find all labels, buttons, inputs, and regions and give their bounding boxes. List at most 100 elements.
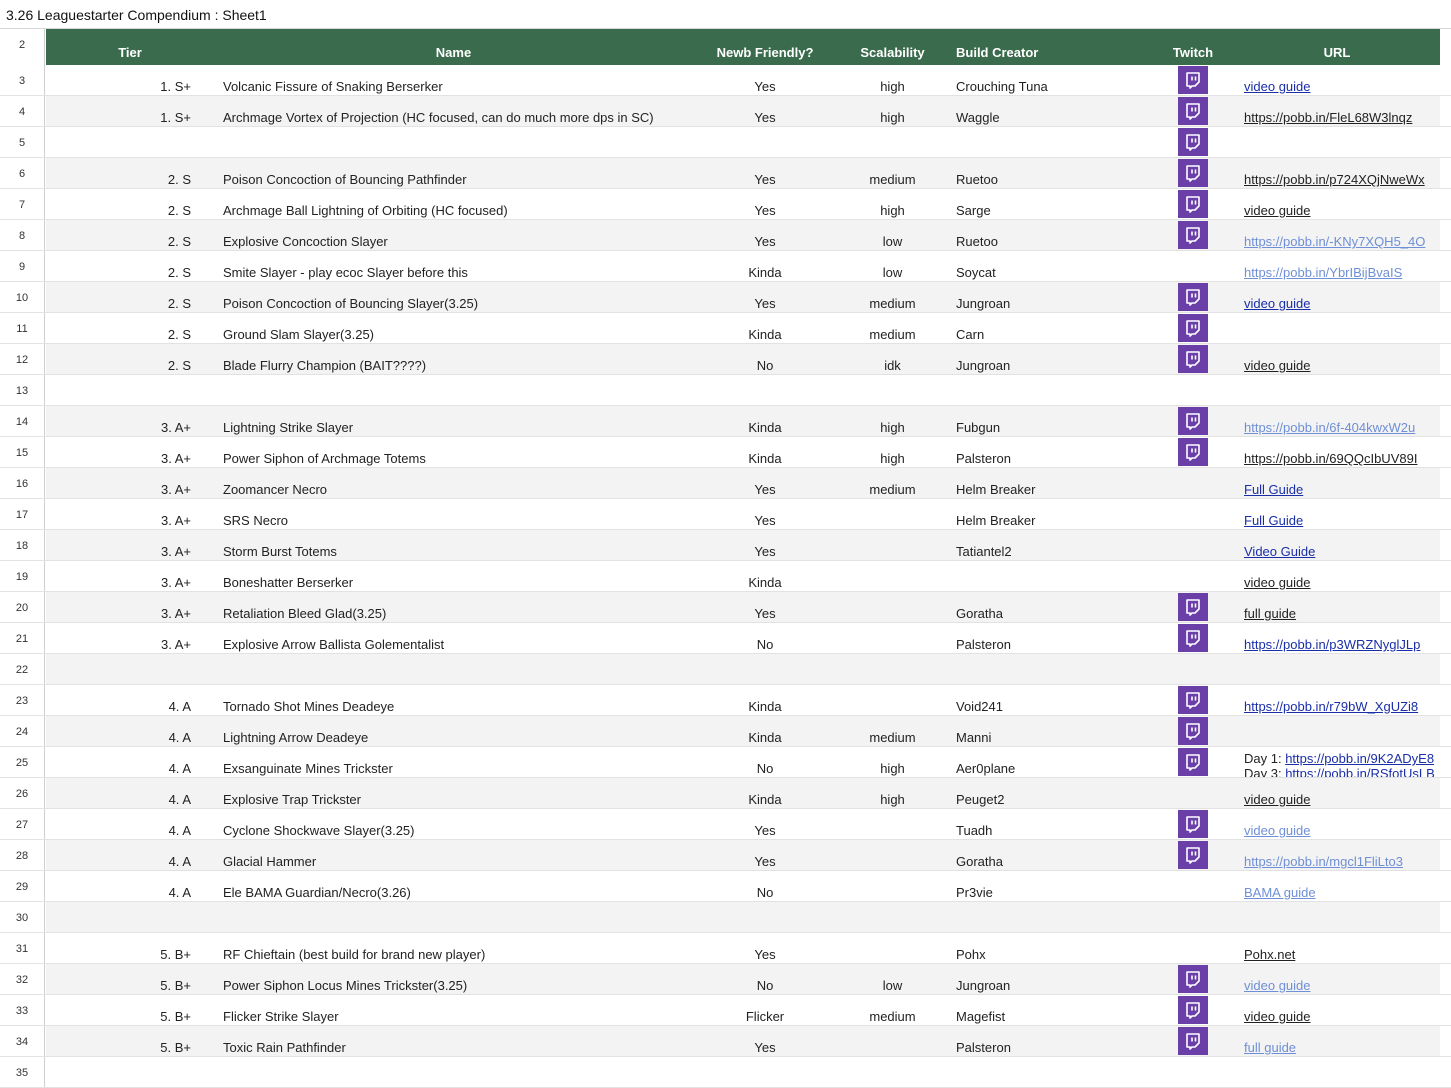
twitch-icon[interactable] bbox=[1178, 1027, 1208, 1055]
twitch-icon[interactable] bbox=[1178, 996, 1208, 1024]
row-number[interactable]: 10 bbox=[0, 282, 45, 312]
build-creator-cell[interactable]: Tatiantel2 bbox=[956, 530, 1152, 560]
scalability-cell[interactable]: medium bbox=[836, 158, 949, 188]
build-creator-cell[interactable]: Peuget2 bbox=[956, 778, 1152, 808]
scalability-cell[interactable]: high bbox=[836, 747, 949, 777]
build-creator-cell[interactable] bbox=[956, 375, 1152, 405]
scalability-cell[interactable]: medium bbox=[836, 313, 949, 343]
build-creator-cell[interactable]: Palsteron bbox=[956, 623, 1152, 653]
scalability-cell[interactable]: low bbox=[836, 964, 949, 994]
newb-friendly-cell[interactable]: Kinda bbox=[694, 406, 836, 436]
tier-cell[interactable]: 3. A+ bbox=[46, 437, 191, 467]
newb-friendly-cell[interactable]: Kinda bbox=[694, 313, 836, 343]
build-creator-cell[interactable]: Tuadh bbox=[956, 809, 1152, 839]
tier-cell[interactable]: 5. B+ bbox=[46, 1026, 191, 1056]
scalability-cell[interactable] bbox=[836, 809, 949, 839]
scalability-cell[interactable] bbox=[836, 127, 949, 157]
scalability-cell[interactable]: low bbox=[836, 220, 949, 250]
newb-friendly-cell[interactable] bbox=[694, 127, 836, 157]
scalability-cell[interactable]: medium bbox=[836, 995, 949, 1025]
newb-friendly-cell[interactable]: Yes bbox=[694, 468, 836, 498]
scalability-cell[interactable] bbox=[836, 375, 949, 405]
row-number[interactable]: 21 bbox=[0, 623, 45, 653]
newb-friendly-cell[interactable]: Yes bbox=[694, 189, 836, 219]
newb-friendly-cell[interactable]: Yes bbox=[694, 840, 836, 870]
tier-cell[interactable]: 4. A bbox=[46, 871, 191, 901]
url-link[interactable]: https://pobb.in/p3WRZNyglJLp bbox=[1244, 637, 1420, 652]
newb-friendly-cell[interactable]: Flicker bbox=[694, 995, 836, 1025]
header-build-creator[interactable]: Build Creator bbox=[956, 29, 1152, 65]
twitch-icon[interactable] bbox=[1178, 686, 1208, 714]
scalability-cell[interactable]: high bbox=[836, 96, 949, 126]
url-link[interactable]: https://pobb.in/mgcl1FliLto3 bbox=[1244, 854, 1403, 869]
build-creator-cell[interactable]: Crouching Tuna bbox=[956, 65, 1152, 95]
name-cell[interactable]: Archmage Ball Lightning of Orbiting (HC … bbox=[223, 189, 693, 219]
name-cell[interactable]: Glacial Hammer bbox=[223, 840, 693, 870]
name-cell[interactable]: Cyclone Shockwave Slayer(3.25) bbox=[223, 809, 693, 839]
header-newb-friendly[interactable]: Newb Friendly? bbox=[694, 29, 836, 65]
row-number[interactable]: 13 bbox=[0, 375, 45, 405]
tier-cell[interactable]: 3. A+ bbox=[46, 530, 191, 560]
scalability-cell[interactable]: medium bbox=[836, 716, 949, 746]
build-creator-cell[interactable]: Goratha bbox=[956, 840, 1152, 870]
newb-friendly-cell[interactable]: Yes bbox=[694, 530, 836, 560]
name-cell[interactable]: Power Siphon of Archmage Totems bbox=[223, 437, 693, 467]
build-creator-cell[interactable]: Sarge bbox=[956, 189, 1152, 219]
twitch-icon[interactable] bbox=[1178, 190, 1208, 218]
url-link[interactable]: https://pobb.in/r79bW_XgUZi8 bbox=[1244, 699, 1418, 714]
twitch-icon[interactable] bbox=[1178, 128, 1208, 156]
name-cell[interactable]: Tornado Shot Mines Deadeye bbox=[223, 685, 693, 715]
twitch-icon[interactable] bbox=[1178, 345, 1208, 373]
twitch-icon[interactable] bbox=[1178, 965, 1208, 993]
scalability-cell[interactable] bbox=[836, 530, 949, 560]
tier-cell[interactable] bbox=[46, 654, 191, 684]
build-creator-cell[interactable]: Carn bbox=[956, 313, 1152, 343]
url-link[interactable]: video guide bbox=[1244, 823, 1311, 838]
row-number[interactable]: 29 bbox=[0, 871, 45, 901]
row-number[interactable]: 11 bbox=[0, 313, 45, 343]
tier-cell[interactable]: 3. A+ bbox=[46, 468, 191, 498]
day1-link[interactable]: https://pobb.in/9K2ADyE8 bbox=[1285, 751, 1434, 766]
row-number[interactable]: 23 bbox=[0, 685, 45, 715]
scalability-cell[interactable] bbox=[836, 499, 949, 529]
tier-cell[interactable] bbox=[46, 1057, 191, 1087]
url-link[interactable]: Full Guide bbox=[1244, 482, 1303, 497]
build-creator-cell[interactable] bbox=[956, 902, 1152, 932]
tier-cell[interactable]: 1. S+ bbox=[46, 65, 191, 95]
scalability-cell[interactable]: high bbox=[836, 65, 949, 95]
scalability-cell[interactable] bbox=[836, 871, 949, 901]
build-creator-cell[interactable]: Void241 bbox=[956, 685, 1152, 715]
name-cell[interactable] bbox=[223, 1057, 693, 1087]
url-link[interactable]: https://pobb.in/FleL68W3lnqz bbox=[1244, 110, 1412, 125]
twitch-icon[interactable] bbox=[1178, 283, 1208, 311]
build-creator-cell[interactable]: Helm Breaker bbox=[956, 499, 1152, 529]
build-creator-cell[interactable] bbox=[956, 1057, 1152, 1087]
tier-cell[interactable]: 3. A+ bbox=[46, 561, 191, 591]
tier-cell[interactable]: 3. A+ bbox=[46, 592, 191, 622]
twitch-icon[interactable] bbox=[1178, 717, 1208, 745]
url-link[interactable]: https://pobb.in/p724XQjNweWx bbox=[1244, 172, 1425, 187]
name-cell[interactable]: Lightning Arrow Deadeye bbox=[223, 716, 693, 746]
newb-friendly-cell[interactable]: Yes bbox=[694, 220, 836, 250]
twitch-icon[interactable] bbox=[1178, 66, 1208, 94]
newb-friendly-cell[interactable]: No bbox=[694, 964, 836, 994]
tier-cell[interactable]: 2. S bbox=[46, 220, 191, 250]
url-link[interactable]: https://pobb.in/69QQcIbUV89I bbox=[1244, 451, 1417, 466]
build-creator-cell[interactable] bbox=[956, 561, 1152, 591]
row-number[interactable]: 9 bbox=[0, 251, 45, 281]
row-number[interactable]: 31 bbox=[0, 933, 45, 963]
scalability-cell[interactable] bbox=[836, 1026, 949, 1056]
url-link[interactable]: video guide bbox=[1244, 575, 1311, 590]
url-link[interactable]: https://pobb.in/-KNy7XQH5_4O bbox=[1244, 234, 1425, 249]
twitch-icon[interactable] bbox=[1178, 221, 1208, 249]
newb-friendly-cell[interactable]: Yes bbox=[694, 592, 836, 622]
scalability-cell[interactable]: low bbox=[836, 251, 949, 281]
scalability-cell[interactable]: medium bbox=[836, 468, 949, 498]
scalability-cell[interactable]: high bbox=[836, 189, 949, 219]
url-link[interactable]: https://pobb.in/6f-404kwxW2u bbox=[1244, 420, 1415, 435]
row-number[interactable]: 18 bbox=[0, 530, 45, 560]
row-number[interactable]: 8 bbox=[0, 220, 45, 250]
name-cell[interactable]: Lightning Strike Slayer bbox=[223, 406, 693, 436]
tier-cell[interactable]: 4. A bbox=[46, 840, 191, 870]
tier-cell[interactable]: 4. A bbox=[46, 716, 191, 746]
